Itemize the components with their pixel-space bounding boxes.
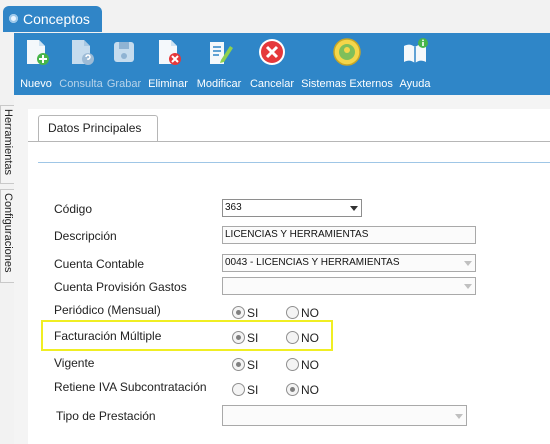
- window-title: Conceptos: [23, 11, 90, 27]
- side-tab-label: Configuraciones: [2, 193, 14, 273]
- section-divider: [38, 162, 550, 163]
- cancel-icon: [259, 39, 285, 65]
- window-tab-bar: Conceptos: [0, 0, 550, 33]
- codigo-select[interactable]: 363: [222, 199, 362, 217]
- sistemas-externos-button[interactable]: Sistemas Externos: [298, 33, 396, 95]
- consulta-button[interactable]: Consulta: [58, 33, 104, 95]
- radio-circle: [286, 306, 299, 319]
- tool-label: Nuevo: [20, 78, 52, 90]
- tipo-prestacion-label: Tipo de Prestación: [56, 409, 156, 423]
- tab-divider: [28, 141, 550, 142]
- delete-document-icon: [159, 40, 181, 65]
- radio-label: SI: [247, 383, 259, 397]
- radio-circle: [232, 358, 245, 371]
- window-icon: [9, 14, 18, 23]
- chevron-down-icon: [464, 284, 472, 289]
- vigente-si-radio[interactable]: SI: [232, 358, 258, 372]
- ayuda-button[interactable]: Ayuda: [396, 33, 434, 95]
- tool-label: Eliminar: [148, 78, 188, 90]
- chevron-down-icon: [455, 414, 463, 419]
- codigo-label: Código: [54, 202, 93, 216]
- side-tab-label: Herramientas: [2, 109, 14, 176]
- retiene-iva-label: Retiene IVA Subcontratación: [54, 380, 207, 394]
- periodico-label: Periódico (Mensual): [54, 303, 161, 317]
- chevron-down-icon: [464, 261, 472, 266]
- tab-label: Datos Principales: [48, 121, 142, 135]
- descripcion-value: LICENCIAS Y HERRAMIENTAS: [225, 229, 369, 240]
- radio-circle: [232, 306, 245, 319]
- vigente-label: Vigente: [54, 356, 95, 370]
- periodico-si-radio[interactable]: SI: [232, 306, 258, 320]
- nuevo-button[interactable]: Nuevo: [14, 33, 58, 95]
- highlight-box: [41, 320, 333, 351]
- cuenta-contable-value: 0043 - LICENCIAS Y HERRAMIENTAS: [225, 257, 400, 268]
- tipo-prestacion-select[interactable]: [222, 405, 467, 426]
- vigente-no-radio[interactable]: NO: [286, 358, 319, 372]
- periodico-no-radio[interactable]: NO: [286, 306, 319, 320]
- chevron-down-icon: [350, 206, 358, 211]
- descripcion-label: Descripción: [54, 229, 117, 243]
- radio-circle: [286, 383, 299, 396]
- external-systems-icon: [333, 38, 361, 66]
- toolbar: Nuevo Consulta Grabar Eliminar Modificar: [14, 33, 550, 95]
- radio-circle: [232, 383, 245, 396]
- radio-circle: [286, 358, 299, 371]
- tool-label: Ayuda: [399, 78, 431, 90]
- radio-label: SI: [247, 358, 259, 372]
- radio-label: NO: [301, 358, 319, 372]
- tool-label: Grabar: [106, 78, 142, 90]
- tool-label: Consulta: [59, 78, 103, 90]
- cuenta-provision-label: Cuenta Provisión Gastos: [54, 280, 187, 294]
- tool-label: Sistemas Externos: [301, 78, 393, 90]
- tool-label: Modificar: [196, 78, 242, 90]
- modificar-button[interactable]: Modificar: [192, 33, 246, 95]
- grabar-button[interactable]: Grabar: [104, 33, 144, 95]
- side-tabs: Herramientas Configuraciones: [0, 33, 17, 444]
- retiene-iva-si-radio[interactable]: SI: [232, 383, 258, 397]
- retiene-iva-no-radio[interactable]: NO: [286, 383, 319, 397]
- tab-datos-principales[interactable]: Datos Principales: [38, 115, 158, 142]
- edit-document-icon: [210, 42, 233, 64]
- radio-label: NO: [301, 383, 319, 397]
- descripcion-field[interactable]: LICENCIAS Y HERRAMIENTAS: [222, 226, 476, 244]
- query-document-icon: [72, 40, 94, 65]
- window-tab-conceptos[interactable]: Conceptos: [3, 6, 102, 32]
- radio-label: NO: [301, 306, 319, 320]
- codigo-value: 363: [225, 202, 242, 213]
- tool-label: Cancelar: [249, 78, 295, 90]
- new-document-icon: [27, 40, 49, 65]
- cuenta-contable-label: Cuenta Contable: [54, 257, 145, 271]
- cancelar-button[interactable]: Cancelar: [246, 33, 298, 95]
- radio-label: SI: [247, 306, 259, 320]
- eliminar-button[interactable]: Eliminar: [144, 33, 192, 95]
- cuenta-provision-select[interactable]: [222, 277, 476, 295]
- cuenta-contable-select[interactable]: 0043 - LICENCIAS Y HERRAMIENTAS: [222, 254, 476, 272]
- help-book-icon: [404, 38, 428, 63]
- save-icon: [114, 42, 134, 62]
